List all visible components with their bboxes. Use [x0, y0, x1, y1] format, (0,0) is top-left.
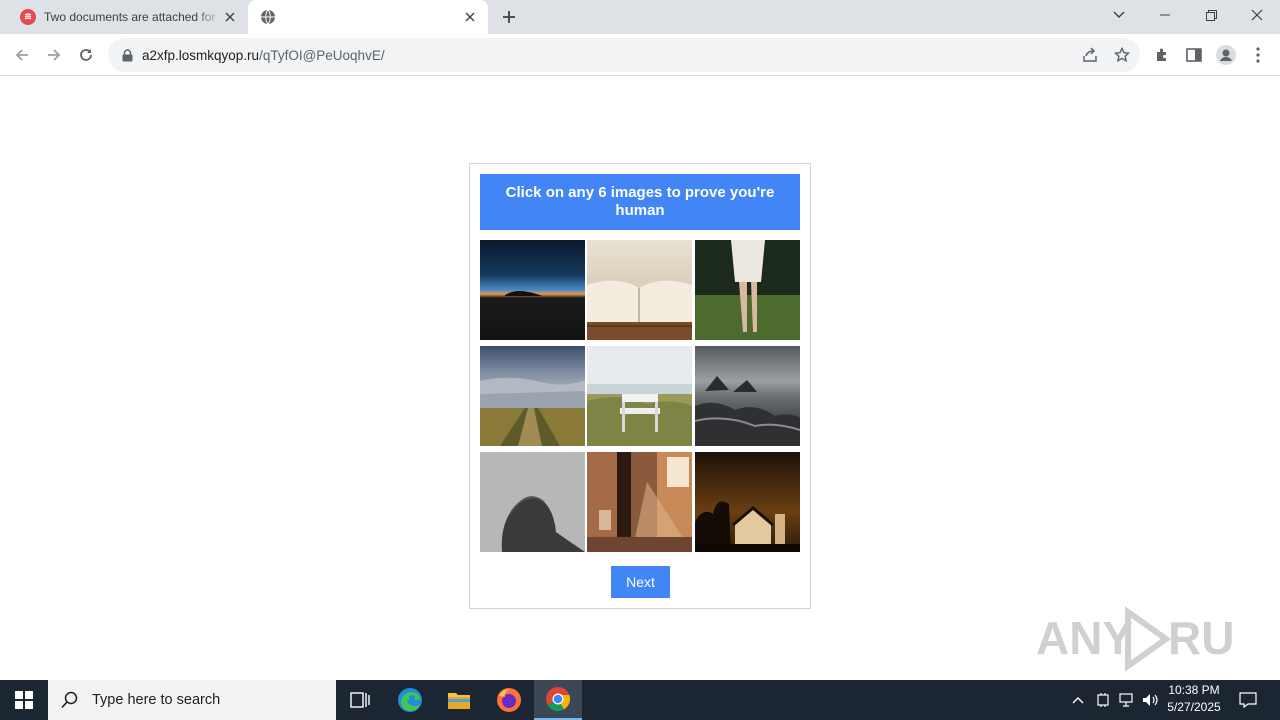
tray-device-icon[interactable] — [1092, 680, 1114, 720]
tab-close-icon[interactable] — [462, 9, 478, 25]
taskbar-clock[interactable]: 10:38 PM 5/27/2025 — [1160, 682, 1228, 718]
next-button[interactable]: Next — [611, 566, 670, 598]
svg-text:RUN: RUN — [1168, 612, 1236, 664]
extensions-icon[interactable] — [1146, 39, 1178, 71]
url-domain: a2xfp.losmkqyop.ru — [142, 47, 260, 63]
captcha-box: Click on any 6 images to prove you're hu… — [469, 163, 811, 609]
search-icon — [60, 690, 80, 710]
lock-icon[interactable] — [120, 48, 134, 62]
task-view-button[interactable] — [336, 680, 384, 720]
chrome-app[interactable] — [534, 680, 582, 720]
side-panel-icon[interactable] — [1178, 39, 1210, 71]
captcha-instruction: Click on any 6 images to prove you're hu… — [480, 174, 800, 230]
chrome-icon — [546, 687, 571, 712]
tab-strip: Two documents are attached for — [0, 0, 1280, 34]
captcha-image-1[interactable] — [480, 240, 585, 340]
browser-toolbar: a2xfp.losmkqyop.ru/qTyfOI@PeUoqhvE/ — [0, 34, 1280, 76]
profile-avatar-icon[interactable] — [1210, 39, 1242, 71]
network-icon[interactable] — [1116, 680, 1138, 720]
captcha-image-4[interactable] — [480, 346, 585, 446]
minimize-button[interactable] — [1142, 0, 1188, 30]
url-path: /qTyfOI@PeUoqhvE/ — [259, 47, 385, 63]
new-tab-button[interactable] — [498, 6, 520, 28]
volume-icon[interactable] — [1140, 680, 1162, 720]
captcha-image-5[interactable] — [587, 346, 692, 446]
tab-title: Two documents are attached for — [44, 10, 216, 24]
address-bar[interactable]: a2xfp.losmkqyop.ru/qTyfOI@PeUoqhvE/ — [108, 38, 1140, 72]
firefox-icon — [497, 688, 521, 712]
url-text: a2xfp.losmkqyop.ru/qTyfOI@PeUoqhvE/ — [142, 48, 385, 63]
close-window-button[interactable] — [1234, 0, 1280, 30]
captcha-image-7[interactable] — [480, 452, 585, 552]
bookmark-star-icon[interactable] — [1110, 43, 1134, 67]
tray-overflow-chevron-icon[interactable] — [1068, 680, 1088, 720]
task-view-icon — [350, 692, 370, 708]
file-explorer-app[interactable] — [435, 680, 483, 720]
clock-time: 10:38 PM — [1168, 683, 1220, 697]
arrow-right-icon — [48, 49, 61, 61]
reload-button[interactable] — [70, 39, 102, 71]
forward-button[interactable] — [38, 39, 70, 71]
windows-taskbar: Type here to search 10:38 PM 5/27/2025 — [0, 680, 1280, 720]
svg-text:ANY: ANY — [1036, 612, 1133, 664]
share-icon[interactable] — [1078, 43, 1102, 67]
captcha-image-6[interactable] — [695, 346, 800, 446]
tab-favicon-icon — [20, 9, 36, 25]
arrow-left-icon — [15, 49, 28, 61]
notification-center-icon[interactable] — [1234, 680, 1262, 720]
tab-current[interactable] — [248, 0, 488, 34]
back-button[interactable] — [6, 39, 38, 71]
close-icon — [1251, 9, 1263, 21]
tab-phishing-doc[interactable]: Two documents are attached for — [8, 0, 248, 34]
restore-button[interactable] — [1188, 0, 1234, 30]
search-placeholder: Type here to search — [92, 692, 221, 708]
windows-logo-icon — [15, 691, 33, 709]
plus-icon — [503, 11, 515, 23]
tab-close-icon[interactable] — [222, 9, 238, 25]
firefox-app[interactable] — [485, 680, 533, 720]
captcha-image-3[interactable] — [695, 240, 800, 340]
edge-app[interactable] — [386, 680, 434, 720]
start-button[interactable] — [0, 680, 48, 720]
captcha-image-9[interactable] — [695, 452, 800, 552]
minimize-icon — [1160, 14, 1170, 16]
reload-icon — [80, 49, 92, 61]
taskbar-search-box[interactable]: Type here to search — [48, 680, 336, 720]
globe-icon — [260, 9, 276, 25]
captcha-image-8[interactable] — [587, 452, 692, 552]
restore-icon — [1205, 9, 1217, 21]
tab-search-button[interactable] — [1096, 0, 1142, 30]
clock-date: 5/27/2025 — [1167, 700, 1221, 714]
captcha-image-2[interactable] — [587, 240, 692, 340]
anyrun-watermark-logo: ANY RUN — [1036, 606, 1236, 672]
folder-icon — [448, 693, 470, 709]
edge-icon — [398, 688, 422, 712]
menu-kebab-icon[interactable] — [1242, 39, 1274, 71]
chevron-down-icon — [1113, 11, 1125, 18]
